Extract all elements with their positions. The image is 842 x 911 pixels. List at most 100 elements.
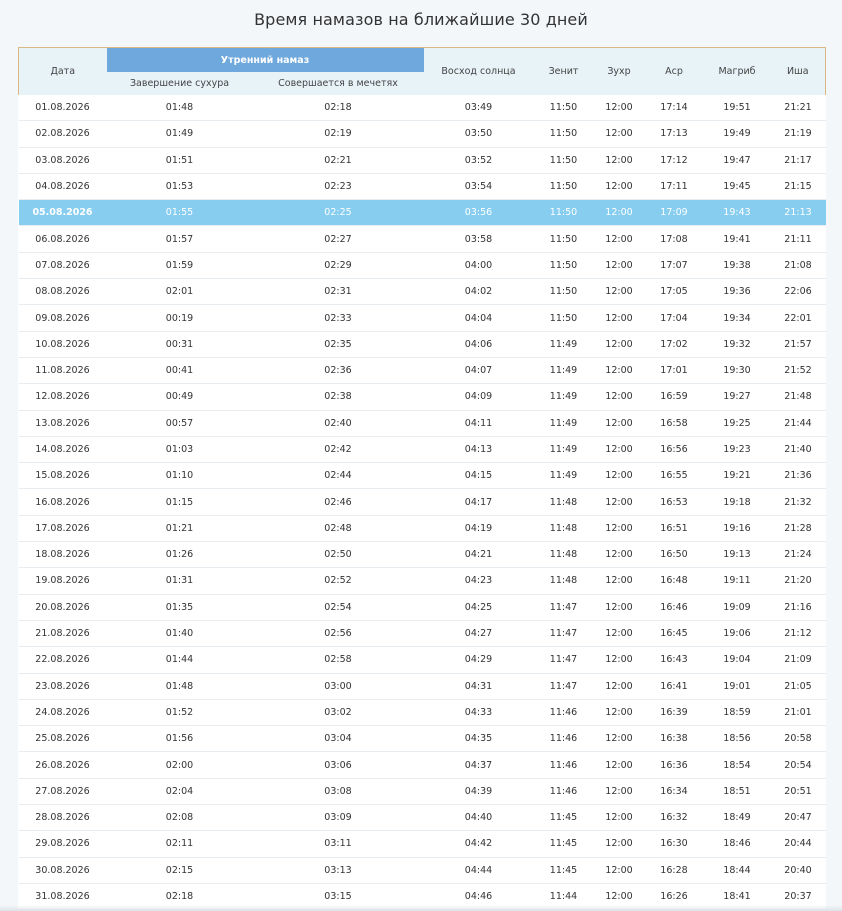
cell-asr: 17:14 <box>644 95 704 122</box>
cell-asr: 16:50 <box>644 541 704 569</box>
cell-suhur-end: 02:15 <box>106 857 253 884</box>
cell-mosque: 02:36 <box>252 357 424 385</box>
cell-maghrib: 19:09 <box>703 594 771 621</box>
table-row: 26.08.2026 02:00 03:06 04:37 11:46 12:00 16:36… <box>18 751 826 779</box>
cell-suhur-end: 01:44 <box>106 646 253 674</box>
cell-date: 29.08.2026 <box>18 830 107 858</box>
cell-zuhr: 12:00 <box>593 804 645 832</box>
table-row: 20.08.2026 01:35 02:54 04:25 11:47 12:00 16:46… <box>18 594 826 621</box>
cell-asr: 16:38 <box>644 725 704 753</box>
cell-asr: 16:32 <box>644 804 704 832</box>
cell-mosque: 02:48 <box>252 515 424 543</box>
cell-mosque: 02:31 <box>252 278 424 306</box>
cell-suhur-end: 01:55 <box>106 199 253 227</box>
cell-zenith: 11:45 <box>533 804 594 832</box>
header-zuhr: Зухр <box>593 47 645 95</box>
cell-maghrib: 19:04 <box>703 646 771 674</box>
cell-zuhr: 12:00 <box>593 199 645 227</box>
cell-suhur-end: 01:40 <box>106 620 253 648</box>
cell-mosque: 03:06 <box>252 751 424 779</box>
cell-sunrise: 04:21 <box>423 541 534 569</box>
cell-mosque: 02:42 <box>252 436 424 464</box>
cell-date: 28.08.2026 <box>18 804 107 832</box>
header-date: Дата <box>18 47 107 95</box>
table-row: 29.08.2026 02:11 03:11 04:42 11:45 12:00 16:30… <box>18 830 826 858</box>
cell-zuhr: 12:00 <box>593 278 645 306</box>
cell-maghrib: 19:21 <box>703 462 771 490</box>
cell-mosque: 03:00 <box>252 673 424 700</box>
cell-date: 09.08.2026 <box>18 304 107 332</box>
cell-sunrise: 04:06 <box>423 331 534 358</box>
cell-mosque: 03:04 <box>252 725 424 753</box>
cell-sunrise: 04:35 <box>423 725 534 753</box>
cell-suhur-end: 01:59 <box>106 252 253 280</box>
cell-suhur-end: 01:57 <box>106 225 253 253</box>
cell-maghrib: 19:18 <box>703 488 771 516</box>
cell-asr: 16:34 <box>644 778 704 806</box>
cell-date: 15.08.2026 <box>18 462 107 490</box>
cell-sunrise: 04:07 <box>423 357 534 385</box>
cell-asr: 16:28 <box>644 857 704 884</box>
cell-sunrise: 04:13 <box>423 436 534 464</box>
cell-zuhr: 12:00 <box>593 515 645 543</box>
cell-sunrise: 03:56 <box>423 199 534 227</box>
cell-maghrib: 19:51 <box>703 95 771 122</box>
cell-mosque: 02:50 <box>252 541 424 569</box>
cell-isha: 21:52 <box>770 357 826 385</box>
cell-zenith: 11:50 <box>533 304 594 332</box>
cell-sunrise: 03:58 <box>423 225 534 253</box>
cell-zuhr: 12:00 <box>593 620 645 648</box>
cell-maghrib: 18:51 <box>703 778 771 806</box>
cell-zenith: 11:50 <box>533 252 594 280</box>
cell-maghrib: 19:06 <box>703 620 771 648</box>
cell-isha: 21:11 <box>770 225 826 253</box>
cell-maghrib: 19:32 <box>703 331 771 358</box>
cell-sunrise: 04:37 <box>423 751 534 779</box>
cell-date: 06.08.2026 <box>18 225 107 253</box>
cell-mosque: 03:13 <box>252 857 424 884</box>
cell-isha: 20:44 <box>770 830 826 858</box>
cell-zenith: 11:49 <box>533 436 594 464</box>
table-body: 01.08.2026 01:48 02:18 03:49 11:50 12:00 17:14… <box>18 95 826 911</box>
page-title: Время намазов на ближайшие 30 дней <box>254 10 588 29</box>
cell-zuhr: 12:00 <box>593 857 645 884</box>
cell-suhur-end: 01:21 <box>106 515 253 543</box>
cell-zenith: 11:50 <box>533 199 594 227</box>
cell-suhur-end: 01:31 <box>106 567 253 595</box>
cell-suhur-end: 01:03 <box>106 436 253 464</box>
cell-zenith: 11:48 <box>533 515 594 543</box>
cell-mosque: 02:19 <box>252 120 424 148</box>
cell-asr: 16:59 <box>644 383 704 411</box>
cell-maghrib: 19:38 <box>703 252 771 280</box>
cell-isha: 21:20 <box>770 567 826 595</box>
header-suhur-end: Завершение сухура <box>106 72 253 95</box>
cell-sunrise: 04:02 <box>423 278 534 306</box>
cell-suhur-end: 01:51 <box>106 147 253 174</box>
cell-date: 07.08.2026 <box>18 252 107 280</box>
cell-sunrise: 03:54 <box>423 173 534 201</box>
cell-mosque: 03:11 <box>252 830 424 858</box>
table-row: 02.08.2026 01:49 02:19 03:50 11:50 12:00 17:13… <box>18 120 826 148</box>
cell-asr: 16:43 <box>644 646 704 674</box>
cell-asr: 16:30 <box>644 830 704 858</box>
cell-isha: 22:01 <box>770 304 826 332</box>
cell-isha: 21:24 <box>770 541 826 569</box>
cell-sunrise: 04:00 <box>423 252 534 280</box>
table-row: 06.08.2026 01:57 02:27 03:58 11:50 12:00 17:08… <box>18 225 826 253</box>
cell-date: 13.08.2026 <box>18 410 107 437</box>
cell-maghrib: 19:11 <box>703 567 771 595</box>
cell-sunrise: 04:27 <box>423 620 534 648</box>
cell-sunrise: 04:23 <box>423 567 534 595</box>
cell-maghrib: 19:36 <box>703 278 771 306</box>
cell-zenith: 11:50 <box>533 225 594 253</box>
cell-sunrise: 04:15 <box>423 462 534 490</box>
cell-date: 02.08.2026 <box>18 120 107 148</box>
cell-zuhr: 12:00 <box>593 173 645 201</box>
cell-maghrib: 19:49 <box>703 120 771 148</box>
cell-maghrib: 19:01 <box>703 673 771 700</box>
cell-date: 18.08.2026 <box>18 541 107 569</box>
table-row: 03.08.2026 01:51 02:21 03:52 11:50 12:00 17:12… <box>18 147 826 174</box>
table-row: 09.08.2026 00:19 02:33 04:04 11:50 12:00 17:04… <box>18 304 826 332</box>
cell-zuhr: 12:00 <box>593 252 645 280</box>
cell-asr: 16:51 <box>644 515 704 543</box>
